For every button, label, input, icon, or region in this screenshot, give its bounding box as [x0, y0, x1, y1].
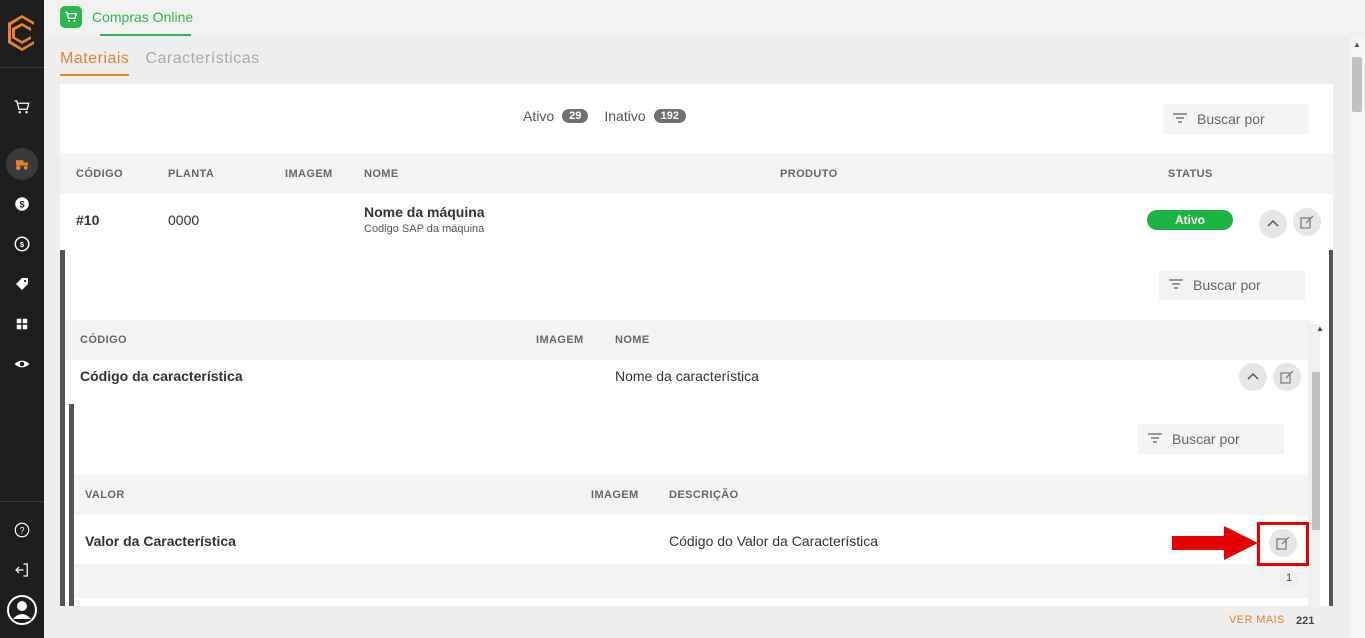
materials-table-header [60, 153, 1333, 194]
row-nome: Nome da máquina [364, 204, 485, 220]
tabs: Materiais Características [60, 50, 260, 76]
search-placeholder: Buscar por [1172, 431, 1240, 447]
row-planta: 0000 [168, 212, 200, 228]
values-search-input[interactable]: Buscar por [1138, 424, 1284, 454]
sidebar: $ $ ? [0, 0, 44, 638]
col-produto: PRODUTO [780, 168, 838, 180]
total-count-badge: 221 [1289, 613, 1322, 629]
row-nome-sub: Codigo SAP da máquina [364, 223, 485, 235]
user-avatar-icon[interactable] [6, 594, 38, 626]
search-placeholder: Buscar por [1197, 111, 1265, 127]
exchange-icon[interactable]: $ [10, 232, 34, 256]
filter-icon [1171, 109, 1189, 130]
svg-text:$: $ [20, 240, 25, 249]
cart-icon[interactable] [10, 95, 34, 119]
page-number[interactable]: 1 [1279, 570, 1300, 586]
col-status: STATUS [1168, 168, 1213, 180]
help-icon[interactable]: ? [10, 518, 34, 542]
collapse-button[interactable] [1259, 210, 1287, 238]
col-descricao: DESCRIÇÃO [669, 489, 739, 501]
characteristics-table-header [65, 320, 1311, 360]
scroll-up-icon[interactable]: ▲ [1353, 40, 1361, 49]
page-scrollbar[interactable] [1350, 37, 1365, 638]
characteristics-search-input[interactable]: Buscar por [1159, 270, 1305, 300]
row-codigo: #10 [76, 212, 100, 228]
col-codigo: CÓDIGO [76, 168, 124, 180]
inativo-count-badge: 192 [653, 109, 686, 123]
tractor-icon[interactable] [10, 152, 34, 176]
char-row-codigo: Código da característica [80, 368, 243, 384]
char-row-nome: Nome da característica [615, 368, 759, 384]
tag-icon[interactable] [10, 272, 34, 296]
materials-panel: Ativo 29 Inativo 192 Buscar por CÓDIGO P… [60, 84, 1333, 606]
ativo-filter[interactable]: Ativo [523, 108, 554, 124]
col-nome: NOME [615, 334, 650, 346]
status-filter: Ativo 29 Inativo 192 [523, 108, 702, 124]
values-table-footer [74, 564, 1311, 598]
edit-button[interactable] [1273, 363, 1301, 391]
chevron-up-icon [1267, 219, 1279, 227]
page-scrollbar-thumb[interactable] [1352, 57, 1362, 112]
edit-icon [1300, 215, 1314, 229]
grid-icon[interactable] [10, 312, 34, 336]
app-name: Compras Online [92, 9, 194, 25]
materials-search-input[interactable]: Buscar por [1163, 104, 1309, 134]
app-tab-indicator [100, 34, 191, 36]
sidebar-divider [0, 67, 44, 68]
inativo-filter[interactable]: Inativo [604, 108, 645, 124]
status-badge: Ativo [1147, 210, 1233, 230]
chevron-up-icon [1247, 372, 1259, 380]
col-imagem: IMAGEM [536, 334, 584, 346]
filter-icon [1167, 275, 1185, 296]
search-placeholder: Buscar por [1193, 277, 1261, 293]
value-row-descricao: Código do Valor da Característica [669, 533, 879, 549]
values-subtable: Buscar por VALOR IMAGEM DESCRIÇÃO Valor … [69, 404, 1315, 606]
tab-caracteristicas[interactable]: Características [145, 50, 259, 76]
annotation-arrow-icon [1172, 526, 1258, 560]
sidebar-divider [0, 501, 44, 502]
col-nome: NOME [364, 168, 399, 180]
scroll-up-icon[interactable]: ▲ [1316, 324, 1324, 333]
col-imagem: IMAGEM [285, 168, 333, 180]
top-bar: Compras Online [44, 0, 1365, 37]
shopping-cart-icon [60, 6, 82, 28]
col-planta: PLANTA [168, 168, 215, 180]
app-tab[interactable]: Compras Online [60, 6, 193, 28]
subtable-scrollbar-thumb[interactable] [1312, 372, 1320, 530]
annotation-highlight-box [1257, 522, 1309, 566]
characteristics-subtable: Buscar por CÓDIGO IMAGEM NOME Código da … [60, 250, 1333, 606]
svg-text:$: $ [19, 199, 24, 209]
edit-icon [1280, 370, 1294, 384]
dollar-icon[interactable]: $ [10, 192, 34, 216]
col-codigo: CÓDIGO [80, 334, 128, 346]
logout-icon[interactable] [10, 558, 34, 582]
ver-mais-link[interactable]: VER MAIS [1229, 614, 1285, 626]
brand-logo-icon[interactable] [7, 13, 37, 53]
ativo-count-badge: 29 [562, 109, 589, 123]
edit-button[interactable] [1293, 208, 1321, 236]
col-imagem: IMAGEM [591, 489, 639, 501]
col-valor: VALOR [85, 489, 125, 501]
collapse-button[interactable] [1239, 363, 1267, 391]
svg-text:?: ? [19, 525, 24, 535]
filter-icon [1146, 429, 1164, 450]
eye-icon[interactable] [10, 352, 34, 376]
tab-materiais[interactable]: Materiais [60, 50, 130, 76]
value-row-valor: Valor da Característica [85, 533, 236, 549]
